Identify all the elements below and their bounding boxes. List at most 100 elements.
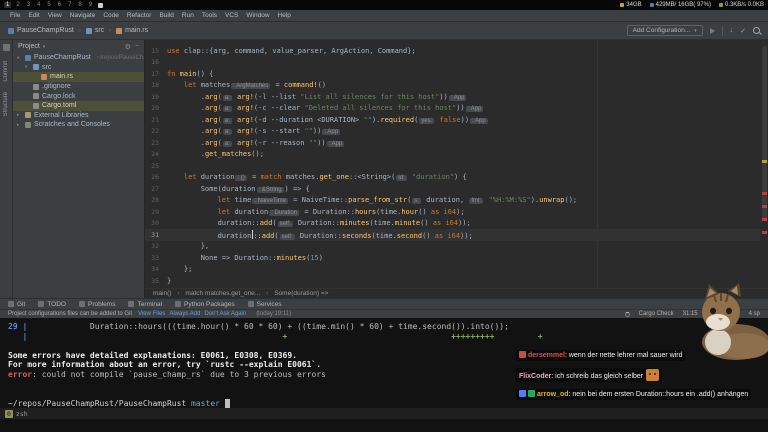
tmux-window-name[interactable]: zsh xyxy=(16,410,28,418)
code-line-33[interactable]: 33 None => Duration::minutes(15) xyxy=(145,252,768,264)
sysbar-stats: 34GB 429MB/ 16GB( 97%) 0.3KB/s 0.0KB xyxy=(620,2,764,8)
workspace-tag-3[interactable]: 3 xyxy=(25,2,32,8)
workspace-tag-8[interactable]: 8 xyxy=(76,2,83,8)
project-tool-icon[interactable] xyxy=(2,44,10,51)
menu-run[interactable]: Run xyxy=(178,12,198,19)
tree-item-src[interactable]: ▾ src xyxy=(13,63,144,73)
code-line-20[interactable]: 20 .arg(a: arg!(-c --clear "Deleted all … xyxy=(145,103,768,115)
chat-message: dersemmel: wenn der nette lehrer mal sau… xyxy=(516,350,686,361)
code-line-27[interactable]: 27 Some(duration: &String) => { xyxy=(145,183,768,195)
toolwindow-python-packages[interactable]: Python Packages xyxy=(175,301,235,308)
code-line-17[interactable]: 17 fn main() { xyxy=(145,68,768,80)
toolwindow-icon xyxy=(38,301,45,307)
editor-scrollbar[interactable] xyxy=(760,40,768,288)
menu-navigate[interactable]: Navigate xyxy=(66,12,100,19)
terminal-line: 29 | Duration::hours(((time.hour() * 60 … xyxy=(8,322,509,331)
structure-tool-button[interactable]: Structure xyxy=(3,92,9,116)
breadcrumb-item[interactable]: match matches.get_one... xyxy=(185,290,260,297)
toolwindow-services[interactable]: Services xyxy=(247,301,282,308)
tree-item-Scratches and Consoles[interactable]: ▸ Scratches and Consoles xyxy=(13,120,144,130)
tree-item-PauseChampRust[interactable]: ▾ PauseChampRust ~/repos/PauseCha xyxy=(13,53,144,63)
error-stripe-mark[interactable] xyxy=(762,218,767,221)
code-line-25[interactable]: 25 xyxy=(145,160,768,172)
menu-view[interactable]: View xyxy=(44,12,66,19)
code-line-35[interactable]: 35} xyxy=(145,275,768,287)
tree-item-Cargo.lock[interactable]: Cargo.lock xyxy=(13,91,144,101)
code-line-29[interactable]: 29 let duration: Duration = Duration::ho… xyxy=(145,206,768,218)
commit-tool-button[interactable]: Commit xyxy=(3,61,9,82)
code-line-34[interactable]: 34 }; xyxy=(145,264,768,276)
run-icon[interactable] xyxy=(709,27,715,34)
code-line-21[interactable]: 21 .arg(a: arg!(-d --duration <DURATION>… xyxy=(145,114,768,126)
breadcrumb-main.rs[interactable]: main.rs xyxy=(116,27,148,34)
breadcrumb-separator: › xyxy=(266,290,269,297)
toolwindow-terminal[interactable]: Terminal xyxy=(128,301,162,308)
workspace-tag-7[interactable]: 7 xyxy=(66,2,73,8)
tmux-statusbar: 0 zsh xyxy=(0,408,768,419)
code-line-28[interactable]: 28 let time: NaiveTime = NaiveTime::pars… xyxy=(145,195,768,207)
toolwindow-git[interactable]: Git xyxy=(8,301,25,308)
collapse-all-icon[interactable]: − xyxy=(135,43,139,51)
code-line-22[interactable]: 22 .arg(a: arg!(-s --start "")): App xyxy=(145,126,768,138)
add-configuration-button[interactable]: Add Configuration... ▾ xyxy=(626,25,703,36)
workspace-tag-9[interactable]: 9 xyxy=(87,2,94,8)
search-icon[interactable] xyxy=(753,27,760,34)
breadcrumb-item[interactable]: Some(duration) => xyxy=(274,290,328,297)
breadcrumb-separator: › xyxy=(177,290,180,297)
git-commit-icon[interactable]: ✓ xyxy=(740,27,746,35)
toolwindow-problems[interactable]: Problems xyxy=(78,301,115,308)
chevron-down-icon[interactable]: ▾ xyxy=(43,44,46,50)
menu-build[interactable]: Build xyxy=(155,12,177,19)
code-line-19[interactable]: 19 .arg(a: arg!(-l --list "List all sile… xyxy=(145,91,768,103)
error-stripe-mark[interactable] xyxy=(762,192,767,195)
code-line-30[interactable]: 30 duration::add(self: Duration::minutes… xyxy=(145,218,768,230)
workspace-tag-6[interactable]: 6 xyxy=(56,2,63,8)
code-line-26[interactable]: 26 let duration: () = match matches.get_… xyxy=(145,172,768,184)
error-stripe-mark[interactable] xyxy=(762,231,767,234)
sysbar-stat: 0.3KB/s 0.0KB xyxy=(718,2,764,8)
root-icon xyxy=(25,54,31,61)
menu-refactor[interactable]: Refactor xyxy=(123,12,156,19)
error-stripe-mark[interactable] xyxy=(762,205,767,208)
breadcrumb-src[interactable]: src xyxy=(85,27,104,34)
toolwindow-todo[interactable]: TODO xyxy=(38,301,66,308)
chat-message: arrow_od: nein bei dem ersten Duration::… xyxy=(516,389,752,400)
breadcrumb-item[interactable]: main() xyxy=(153,290,171,297)
workspace-tag-2[interactable]: 2 xyxy=(14,2,21,8)
ide-statusbar: Project configurations files can be adde… xyxy=(0,309,768,318)
statusbar-link[interactable]: View Files xyxy=(138,311,165,317)
project-panel-title[interactable]: Project xyxy=(18,43,40,50)
menu-code[interactable]: Code xyxy=(99,12,123,19)
code-line-16[interactable]: 16 xyxy=(145,57,768,69)
menu-window[interactable]: Window xyxy=(242,12,273,19)
menu-edit[interactable]: Edit xyxy=(24,12,43,19)
tmux-window-index[interactable]: 0 xyxy=(5,409,13,418)
statusbar-link[interactable]: Don't Ask Again xyxy=(204,311,246,317)
menu-tools[interactable]: Tools xyxy=(198,12,221,19)
menu-file[interactable]: File xyxy=(6,12,24,19)
tree-item-main.rs[interactable]: main.rs xyxy=(13,72,144,82)
code-line-32[interactable]: 32 }, xyxy=(145,241,768,253)
workspace-tag-5[interactable]: 5 xyxy=(45,2,52,8)
statusbar-link[interactable]: Always Add xyxy=(169,311,200,317)
menu-help[interactable]: Help xyxy=(274,12,295,19)
menu-vcs[interactable]: VCS xyxy=(221,12,242,19)
workspace-tag-4[interactable]: 4 xyxy=(35,2,42,8)
chat-username: FlixCoder xyxy=(519,373,552,380)
code-line-31[interactable]: 31 duration::add(self: Duration::seconds… xyxy=(145,229,768,241)
code-line-18[interactable]: 18 let matches: ArgMatches = command!() xyxy=(145,80,768,92)
code-editor[interactable]: 15 use clap::{arg, command, value_parser,… xyxy=(145,40,768,288)
code-line-23[interactable]: 23 .arg(a: arg!(-r --reason "")): App xyxy=(145,137,768,149)
settings-gear-icon[interactable]: ⚙ xyxy=(125,43,131,51)
code-line-24[interactable]: 24 .get_matches(); xyxy=(145,149,768,161)
cargo-check-progress[interactable]: Cargo Check xyxy=(639,311,674,317)
breadcrumb-PauseChampRust[interactable]: PauseChampRust xyxy=(8,27,74,34)
tree-item-Cargo.toml[interactable]: Cargo.toml xyxy=(13,100,144,111)
workspace-tag-1[interactable]: 1 xyxy=(4,2,12,8)
editor-breadcrumbs: main() › match matches.get_one... › Some… xyxy=(145,288,768,298)
git-update-icon[interactable]: ↓ xyxy=(730,27,734,34)
tree-item-.gitignore[interactable]: .gitignore xyxy=(13,82,144,92)
code-line-15[interactable]: 15 use clap::{arg, command, value_parser,… xyxy=(145,45,768,57)
tree-item-External Libraries[interactable]: ▸ External Libraries xyxy=(13,111,144,121)
warning-stripe-mark[interactable] xyxy=(762,160,767,163)
